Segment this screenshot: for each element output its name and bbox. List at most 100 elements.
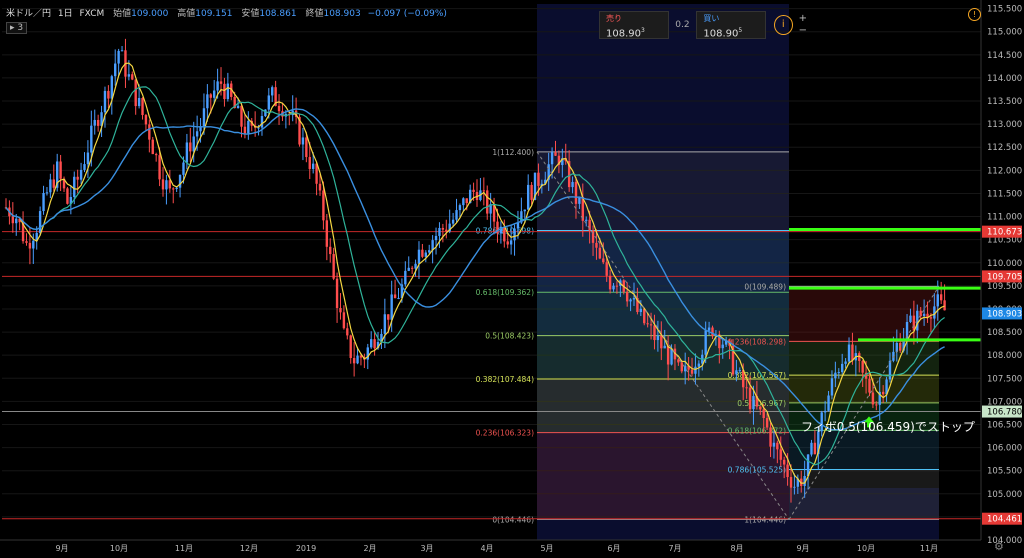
- candle-body: [325, 220, 329, 247]
- sell-button[interactable]: 売り 108.903: [599, 11, 669, 39]
- candle-body: [721, 344, 724, 349]
- candle-body: [707, 327, 711, 331]
- time-tick-label: 7月: [668, 544, 681, 553]
- candle-body: [615, 285, 619, 287]
- candle-body: [588, 219, 591, 231]
- candle-body: [598, 247, 602, 259]
- buy-button[interactable]: 買い 108.905: [696, 11, 766, 39]
- candle-body: [789, 477, 793, 488]
- gear-icon[interactable]: ⚙: [994, 540, 1004, 553]
- candle-body: [639, 308, 643, 313]
- info-icon[interactable]: i: [773, 15, 793, 35]
- candle-body: [11, 216, 15, 224]
- candle-body: [861, 360, 864, 373]
- candle-body: [441, 227, 445, 230]
- candle-body: [349, 335, 352, 359]
- candle-body: [161, 179, 165, 190]
- fib1-level-label: 0.236(106.323): [476, 429, 534, 438]
- candle-body: [608, 275, 612, 290]
- price-tick-label: 115.500: [987, 5, 1022, 15]
- low-value: 108.861: [259, 9, 297, 19]
- price-tag-label: 109.705: [987, 272, 1022, 282]
- time-tick-label: 10月: [857, 544, 875, 553]
- candle-body: [346, 328, 349, 336]
- time-tick-label: 8月: [730, 544, 743, 553]
- price-tag-label: 110.673: [987, 228, 1022, 238]
- low-label: 安値: [241, 9, 260, 19]
- indicator-toggle[interactable]: ▸ 3: [6, 22, 28, 34]
- candle-body: [390, 294, 393, 320]
- price-tick-label: 114.500: [987, 51, 1022, 61]
- time-tick-label: 12月: [240, 544, 258, 553]
- price-tick-label: 105.000: [987, 490, 1022, 500]
- candle-body: [769, 427, 772, 447]
- annotation-group: フィボ0.5(106.459)でストップ: [801, 416, 975, 434]
- candle-body: [335, 278, 339, 309]
- candle-body: [206, 94, 209, 109]
- buy-price: 108.90: [703, 28, 739, 40]
- candle-body: [114, 63, 117, 77]
- candle-body: [455, 210, 458, 220]
- candle-body: [871, 392, 875, 405]
- fib1-level-label: 0.618(109.362): [476, 288, 534, 297]
- time-axis: 9月 10月 11月 12月 2019 2月 3月 4月 5月 6月 7月 8月 9月 10月 11月: [0, 539, 981, 553]
- candle-body: [165, 180, 168, 190]
- price-chart[interactable]: 1(112.400)0.786(110.698)0.618(109.362)0.…: [0, 0, 1024, 558]
- price-tick-label: 110.000: [987, 259, 1022, 269]
- candle-body: [653, 325, 656, 341]
- candle-body: [434, 235, 438, 241]
- candle-body: [550, 152, 554, 165]
- candle-body: [830, 378, 834, 396]
- minus-button[interactable]: −: [799, 25, 807, 37]
- candle-body: [226, 83, 230, 100]
- high-label: 高値: [177, 9, 196, 19]
- candle-body: [438, 227, 441, 236]
- candle-body: [888, 360, 892, 380]
- candle-body: [509, 240, 513, 245]
- candle-body: [15, 218, 18, 224]
- candle-body: [612, 285, 615, 290]
- price-tick-label: 108.500: [987, 328, 1022, 338]
- candle-body: [632, 298, 636, 300]
- candle-body: [486, 190, 489, 214]
- candle-body: [922, 313, 926, 317]
- high-value: 109.151: [195, 9, 233, 19]
- alert-icon[interactable]: !: [968, 8, 981, 21]
- price-tick-label: 111.000: [987, 213, 1022, 223]
- time-tick-label: 5月: [540, 544, 553, 553]
- sell-price-sup: 3: [641, 27, 645, 34]
- candle-body: [311, 163, 315, 169]
- price-tick-label: 108.000: [987, 351, 1022, 361]
- candle-body: [666, 345, 670, 365]
- candle-body: [240, 105, 243, 127]
- candle-body: [554, 152, 557, 156]
- time-tick-label: 11月: [920, 544, 938, 553]
- candle-body: [465, 198, 468, 204]
- candle-body: [339, 308, 342, 313]
- time-tick-label: 6月: [607, 544, 620, 553]
- open-label: 始値: [113, 9, 132, 19]
- candle-body: [428, 250, 431, 253]
- buy-price-sup: 5: [738, 27, 743, 34]
- candle-body: [32, 240, 35, 249]
- price-tick-label: 109.500: [987, 282, 1022, 292]
- candle-body: [605, 262, 608, 276]
- change-value: −0.097 (−0.09%): [367, 9, 447, 19]
- candle-body: [257, 127, 260, 129]
- candle-body: [690, 369, 694, 374]
- candle-body: [936, 294, 939, 307]
- price-tick-label: 112.000: [987, 166, 1022, 176]
- candle-body: [49, 179, 52, 193]
- price-tick-label: 111.500: [987, 189, 1022, 199]
- candle-body: [585, 219, 588, 221]
- candle-body: [322, 190, 325, 221]
- plus-button[interactable]: +: [799, 13, 807, 25]
- candle-body: [929, 317, 933, 319]
- candle-body: [271, 87, 274, 96]
- candle-body: [189, 142, 192, 152]
- sell-price: 108.90: [606, 28, 641, 40]
- candle-body: [462, 198, 465, 206]
- candle-body: [472, 189, 475, 192]
- candle-body: [939, 294, 943, 301]
- price-tick-label: 113.500: [987, 97, 1022, 107]
